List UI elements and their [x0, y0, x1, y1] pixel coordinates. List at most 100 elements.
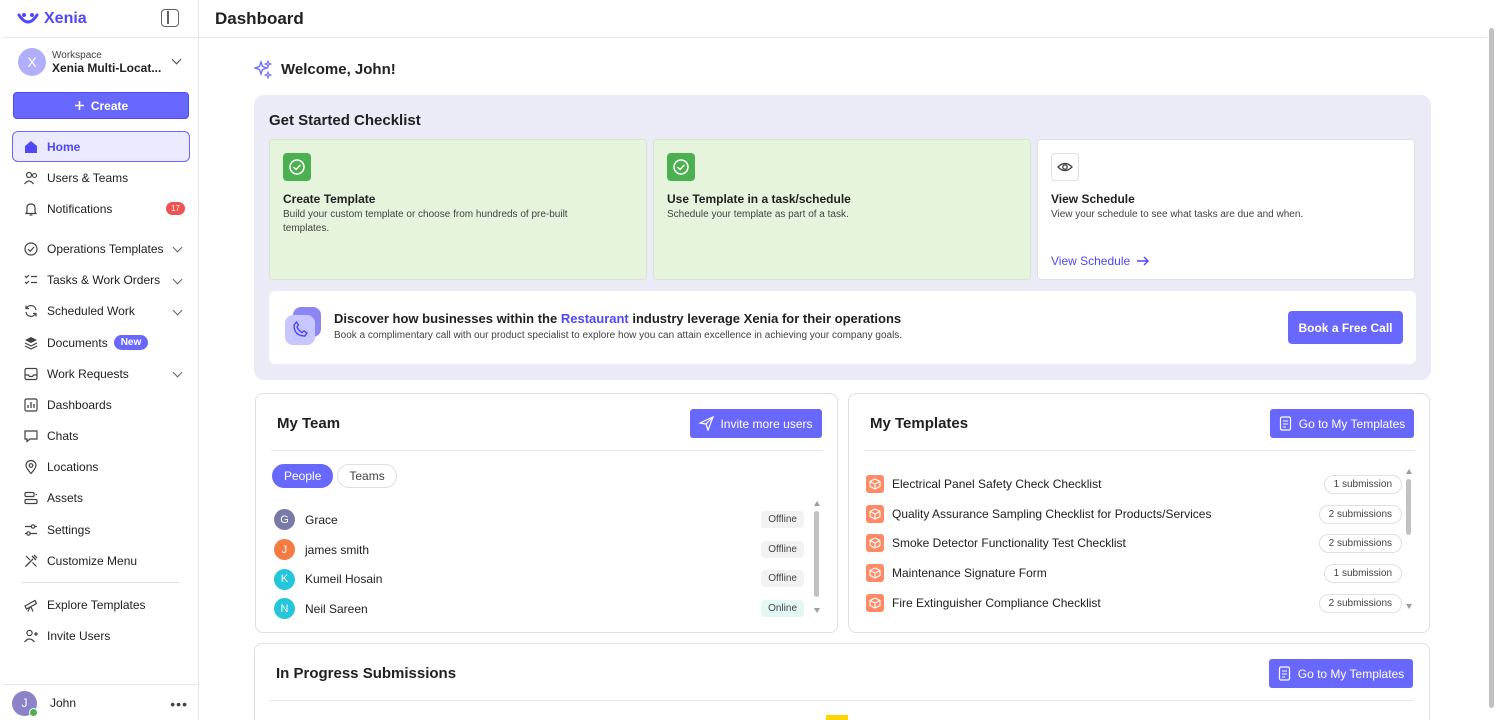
industry-highlight[interactable]: Restaurant [561, 311, 629, 326]
list-item[interactable]: Quality Assurance Sampling Checklist for… [866, 499, 1402, 529]
tab-teams[interactable]: Teams [337, 464, 397, 488]
scroll-down-icon[interactable] [1406, 604, 1412, 609]
card-title: Create Template [283, 192, 376, 206]
book-free-call-button[interactable]: Book a Free Call [1288, 311, 1403, 344]
layers-icon [23, 335, 39, 351]
scroll-down-icon[interactable] [814, 608, 820, 613]
sidebar-item-customize-menu[interactable]: Customize Menu [12, 545, 190, 576]
document-icon [1279, 416, 1291, 431]
page-scrollbar[interactable] [1489, 28, 1494, 708]
sidebar-item-assets[interactable]: Assets [12, 483, 190, 514]
list-item[interactable]: K Kumeil Hosain Offline [274, 564, 804, 594]
sidebar-item-locations[interactable]: Locations [12, 452, 190, 483]
chevron-down-icon[interactable] [172, 242, 183, 253]
team-list-scrollbar[interactable] [814, 511, 819, 597]
create-template-card[interactable]: Create Template Build your custom templa… [269, 139, 647, 280]
list-item[interactable]: G Grace Offline [274, 505, 804, 535]
template-name: Fire Extinguisher Compliance Checklist [892, 595, 1101, 610]
sidebar-item-label: Users & Teams [47, 170, 129, 185]
panel-divider [271, 450, 822, 451]
person-name: Grace [305, 512, 338, 527]
chevron-down-icon[interactable] [172, 367, 183, 378]
team-tabs: People Teams [272, 464, 397, 488]
notification-count-badge: 17 [166, 202, 185, 216]
panel-divider [864, 450, 1414, 451]
invite-more-users-button[interactable]: Invite more users [690, 409, 822, 438]
list-item[interactable]: Electrical Panel Safety Check Checklist 1… [866, 469, 1402, 499]
sidebar-item-label: Work Requests [47, 366, 129, 381]
sidebar-item-home[interactable]: Home [12, 131, 190, 162]
chevron-down-icon[interactable] [172, 274, 183, 285]
bell-icon [23, 201, 39, 217]
sidebar-item-chats[interactable]: Chats [12, 421, 190, 452]
submission-count-badge: 1 submission [1323, 564, 1402, 584]
new-badge: New [113, 335, 149, 351]
collapse-sidebar-icon[interactable] [161, 9, 179, 27]
avatar: J [274, 539, 295, 561]
sidebar-item-users-and-teams[interactable]: Users & Teams [12, 162, 190, 193]
list-item[interactable]: Smoke Detector Functionality Test Checkl… [866, 528, 1402, 558]
discover-description: Book a complimentary call with our produ… [334, 330, 903, 341]
sidebar-item-documents[interactable]: Documents New [12, 327, 190, 358]
sidebar-item-tasks-and-work-orders[interactable]: Tasks & Work Orders [12, 265, 190, 296]
view-schedule-card[interactable]: View Schedule View your schedule to see … [1037, 139, 1415, 280]
brand-logo[interactable]: Xenia [16, 8, 87, 30]
link-label: View Schedule [1051, 254, 1131, 268]
brand-name: Xenia [44, 10, 87, 27]
people-list: G Grace Offline Jjames smith Offline K Kumeil … [274, 505, 804, 624]
sidebar-item-scheduled-work[interactable]: Scheduled Work [12, 296, 190, 327]
card-description: View your schedule to see what tasks are… [1051, 209, 1304, 220]
list-item[interactable]: N Neil Sareen Online [274, 594, 804, 624]
go-to-my-templates-button[interactable]: Go to My Templates [1269, 659, 1413, 688]
sidebar-item-label: Chats [47, 429, 79, 444]
sidebar-item-explore-templates[interactable]: Explore Templates [12, 589, 190, 620]
go-to-my-templates-button[interactable]: Go to My Templates [1270, 409, 1414, 438]
discover-title-pre: Discover how businesses within the [334, 311, 561, 326]
chevron-down-icon[interactable] [172, 305, 183, 316]
sidebar-item-dashboards[interactable]: Dashboards [12, 389, 190, 420]
phone-call-icon [285, 307, 321, 345]
sidebar-item-settings[interactable]: Settings [12, 514, 190, 545]
list-item[interactable]: Jjames smith Offline [274, 535, 804, 565]
sidebar-item-notifications[interactable]: Notifications 17 [12, 193, 190, 224]
avatar: N [274, 598, 295, 620]
template-name: Quality Assurance Sampling Checklist for… [892, 506, 1212, 521]
button-label: Invite more users [720, 416, 813, 431]
sidebar-item-label: Assets [47, 491, 84, 506]
users-icon [23, 170, 39, 186]
tab-people[interactable]: People [272, 464, 334, 488]
assets-icon [23, 490, 39, 506]
sidebar-divider [22, 582, 180, 584]
card-title: Use Template in a task/schedule [667, 192, 851, 206]
user-profile[interactable]: J John ••• [12, 690, 192, 717]
avatar: G [274, 509, 295, 531]
welcome-header: Welcome, John! [254, 60, 396, 79]
submission-count-badge: 1 submission [1323, 475, 1402, 494]
more-icon[interactable]: ••• [170, 696, 188, 712]
my-templates-panel: My Templates Go to My Templates Electric… [848, 393, 1430, 633]
scroll-up-icon[interactable] [814, 501, 820, 506]
sidebar-item-operations-templates[interactable]: Operations Templates [12, 233, 190, 264]
template-name: Electrical Panel Safety Check Checklist [892, 476, 1102, 491]
plus-icon [74, 101, 84, 110]
pin-icon [23, 459, 39, 475]
inbox-icon [23, 366, 39, 382]
scroll-up-icon[interactable] [1406, 469, 1412, 474]
sidebar-item-label: Customize Menu [47, 553, 138, 568]
workspace-switcher[interactable]: X Workspace Xenia Multi-Locat... [18, 46, 188, 78]
use-template-card[interactable]: Use Template in a task/schedule Schedule… [653, 139, 1031, 280]
workspace-name: Xenia Multi-Locat... [52, 60, 162, 75]
sidebar-item-invite-users[interactable]: Invite Users [12, 621, 190, 652]
sidebar-item-work-requests[interactable]: Work Requests [12, 358, 190, 389]
view-schedule-link[interactable]: View Schedule [1051, 254, 1150, 268]
list-item[interactable]: Fire Extinguisher Compliance Checklist 2 … [866, 588, 1402, 618]
create-button[interactable]: Create [13, 92, 189, 119]
template-name: Smoke Detector Functionality Test Checkl… [892, 536, 1126, 551]
list-item[interactable]: Maintenance Signature Form 1 submission [866, 558, 1402, 588]
templates-list-scrollbar[interactable] [1406, 479, 1411, 535]
get-started-checklist: Get Started Checklist Create Template Bu… [254, 95, 1431, 380]
panel-divider [270, 700, 1414, 701]
refresh-icon [23, 303, 39, 319]
customize-icon [23, 553, 39, 569]
